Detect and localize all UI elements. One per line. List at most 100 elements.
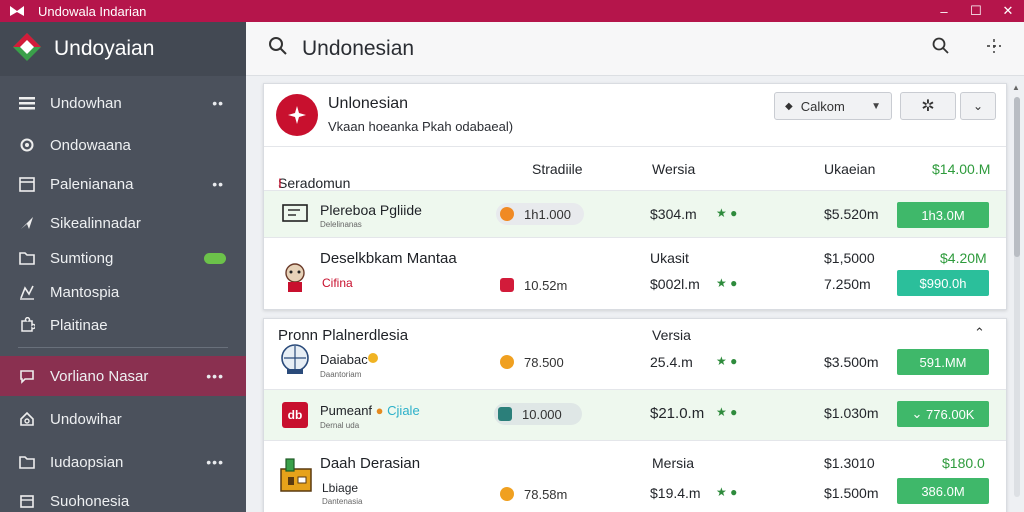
row-name[interactable]: Daah Derasian (320, 455, 420, 472)
sidebar-item-iudaopsian[interactable]: Iudaopsian ••• (0, 450, 246, 474)
move-icon[interactable] (986, 38, 1002, 59)
sidebar-item-mantospia[interactable]: Mantospia (0, 280, 246, 304)
status-dot (368, 353, 378, 363)
sidebar-item-palenianana[interactable]: Palenianana •• (0, 172, 246, 196)
select-value: Calkom (800, 98, 845, 114)
table-row[interactable]: Daiabac Daantoriam 78.500 25.4.m ★ ● $3.… (264, 339, 1006, 390)
send-icon (18, 214, 36, 232)
table-row[interactable]: db Pumeanf ● Cjiale Dernal uda 10.000 $2… (264, 390, 1006, 441)
row-value: $5.520m (824, 206, 879, 222)
more-options-button[interactable]: •• (212, 95, 224, 111)
row-action-button[interactable]: ⌄ 776.00K (897, 401, 989, 427)
star-icon[interactable]: ★ ● (716, 354, 737, 368)
row-action-button[interactable]: 1h3.0M (897, 202, 989, 228)
scrollbar-thumb[interactable] (1014, 97, 1020, 257)
row-name[interactable]: Pumeanf ● Cjiale (320, 403, 420, 418)
row-tag: Lbiage (322, 481, 359, 495)
status-dot (500, 487, 514, 501)
row-label: Mersia (652, 455, 695, 471)
home-icon (18, 410, 36, 428)
minimize-button[interactable]: – (928, 0, 960, 22)
sidebar-item-label: Sikealinnadar (50, 214, 141, 232)
close-button[interactable]: ✕ (992, 0, 1024, 22)
row-value: $1.500m (824, 485, 879, 501)
column-header-total: $14.00.M (932, 161, 991, 177)
sidebar-item-suohonesia[interactable]: Suohonesia (0, 489, 246, 512)
row-value: $002l.m (650, 276, 700, 292)
card-header: Unlonesian Vkaan hoeanka Pkah odabaeal) … (264, 84, 1006, 147)
chart-icon (18, 283, 36, 301)
sidebar-item-sumtiong[interactable]: Sumtiong (0, 246, 246, 270)
table-row[interactable]: Deselkbkam Mantaa Cifina 10.52m Ukasit $… (264, 238, 1006, 310)
brand[interactable]: Undoyaian (0, 22, 246, 76)
row-action-button[interactable]: 591.MM (897, 349, 989, 375)
card-subtitle: Vkaan hoeanka Pkah odabaeal) (328, 119, 514, 134)
table-row[interactable]: Plereboa Pgliide Delelinanas 1h1.000 $30… (264, 191, 1006, 238)
menu-icon (18, 94, 36, 112)
search-icon[interactable] (932, 37, 950, 60)
sidebar-item-label: Ondowaana (50, 136, 131, 154)
shop-icon (278, 455, 314, 498)
table-header: Seradomun I Filers Stradiile Wersia Ukae… (264, 147, 1006, 207)
toggle-badge[interactable] (204, 252, 226, 264)
more-options-button[interactable]: ••• (206, 368, 224, 384)
title-bar: Undowala Indarian – ☐ ✕ (0, 0, 1024, 22)
star-icon[interactable]: ★ ● (716, 405, 737, 419)
sidebar-item-label: Undowihar (50, 410, 122, 428)
sidebar-item-undowhan[interactable]: Undowhan •• (0, 90, 246, 116)
settings-button[interactable]: ✲ (900, 92, 956, 120)
sidebar-item-undowihar[interactable]: Undowihar (0, 407, 246, 431)
maximize-button[interactable]: ☐ (960, 0, 992, 22)
card-title: Unlonesian (328, 95, 409, 112)
sidebar-item-label: Palenianana (50, 175, 134, 193)
row-name[interactable]: Plereboa Pgliide (320, 202, 422, 218)
more-options-button[interactable]: ••• (206, 454, 224, 470)
chevron-down-icon: ▼ (871, 100, 881, 112)
row-subtitle: Delelinanas (320, 220, 362, 229)
star-icon[interactable]: ★ ● (716, 485, 737, 499)
puzzle-icon (18, 316, 36, 334)
star-icon[interactable]: ★ ● (716, 206, 737, 220)
sidebar-item-plaitinae[interactable]: Plaitinae (0, 313, 246, 337)
chat-icon (18, 367, 36, 385)
listing-card: Pronn Plalnerdlesia Versia ⌃ Daiabac Daa… (263, 318, 1007, 512)
brand-logo-icon (10, 30, 44, 69)
value-chip: 10.52m (496, 274, 584, 296)
scrollbar[interactable]: ▲ (1012, 83, 1020, 512)
value-chip: 78.58m (496, 483, 584, 505)
table-row[interactable]: Daah Derasian Lbiage Dantenasia 78.58m M… (264, 441, 1006, 512)
folder-icon (18, 453, 36, 471)
row-subtitle: Daantoriam (320, 370, 362, 379)
more-options-button[interactable]: •• (212, 176, 224, 192)
row-name[interactable]: Deselkbkam Mantaa (320, 250, 457, 267)
row-name[interactable]: Daiabac (320, 352, 368, 367)
row-value: 7.250m (824, 276, 871, 292)
row-action-button[interactable]: 386.0M (897, 478, 989, 504)
star-icon[interactable]: ★ ● (716, 276, 737, 290)
search-input[interactable]: Undonesian (302, 37, 414, 61)
sidebar-item-label: Suohonesia (50, 492, 130, 510)
value-chip: 78.500 (496, 351, 584, 373)
sidebar-item-vorliano-nasar[interactable]: Vorliano Nasar ••• (0, 356, 246, 396)
status-dot (500, 278, 514, 292)
search-icon[interactable] (268, 36, 288, 61)
sidebar-item-sikealinnadar[interactable]: Sikealinnadar (0, 211, 246, 235)
folder-icon (18, 249, 36, 267)
status-dot (500, 355, 514, 369)
scroll-up-icon[interactable]: ▲ (1012, 83, 1020, 92)
category-select[interactable]: ◆ Calkom ▼ (774, 92, 892, 120)
row-subtitle: Dernal uda (320, 421, 360, 430)
expand-button[interactable]: ⌄ (960, 92, 996, 120)
column-header: Stradiile (532, 161, 583, 177)
search-bar[interactable]: Undonesian (246, 22, 1024, 76)
globe-icon (278, 343, 312, 380)
row-action-button[interactable]: $990.0h (897, 270, 989, 296)
sidebar-item-ondowaana[interactable]: Ondowaana (0, 133, 246, 157)
chevron-down-icon: ⌄ (972, 99, 984, 113)
sidebar-item-label: Sumtiong (50, 249, 114, 267)
row-value: $3.500m (824, 354, 879, 370)
app-logo-icon (6, 0, 28, 22)
sidebar-item-label: Iudaopsian (50, 453, 124, 471)
row-value: 25.4.m (650, 354, 693, 370)
status-dot (500, 207, 514, 221)
